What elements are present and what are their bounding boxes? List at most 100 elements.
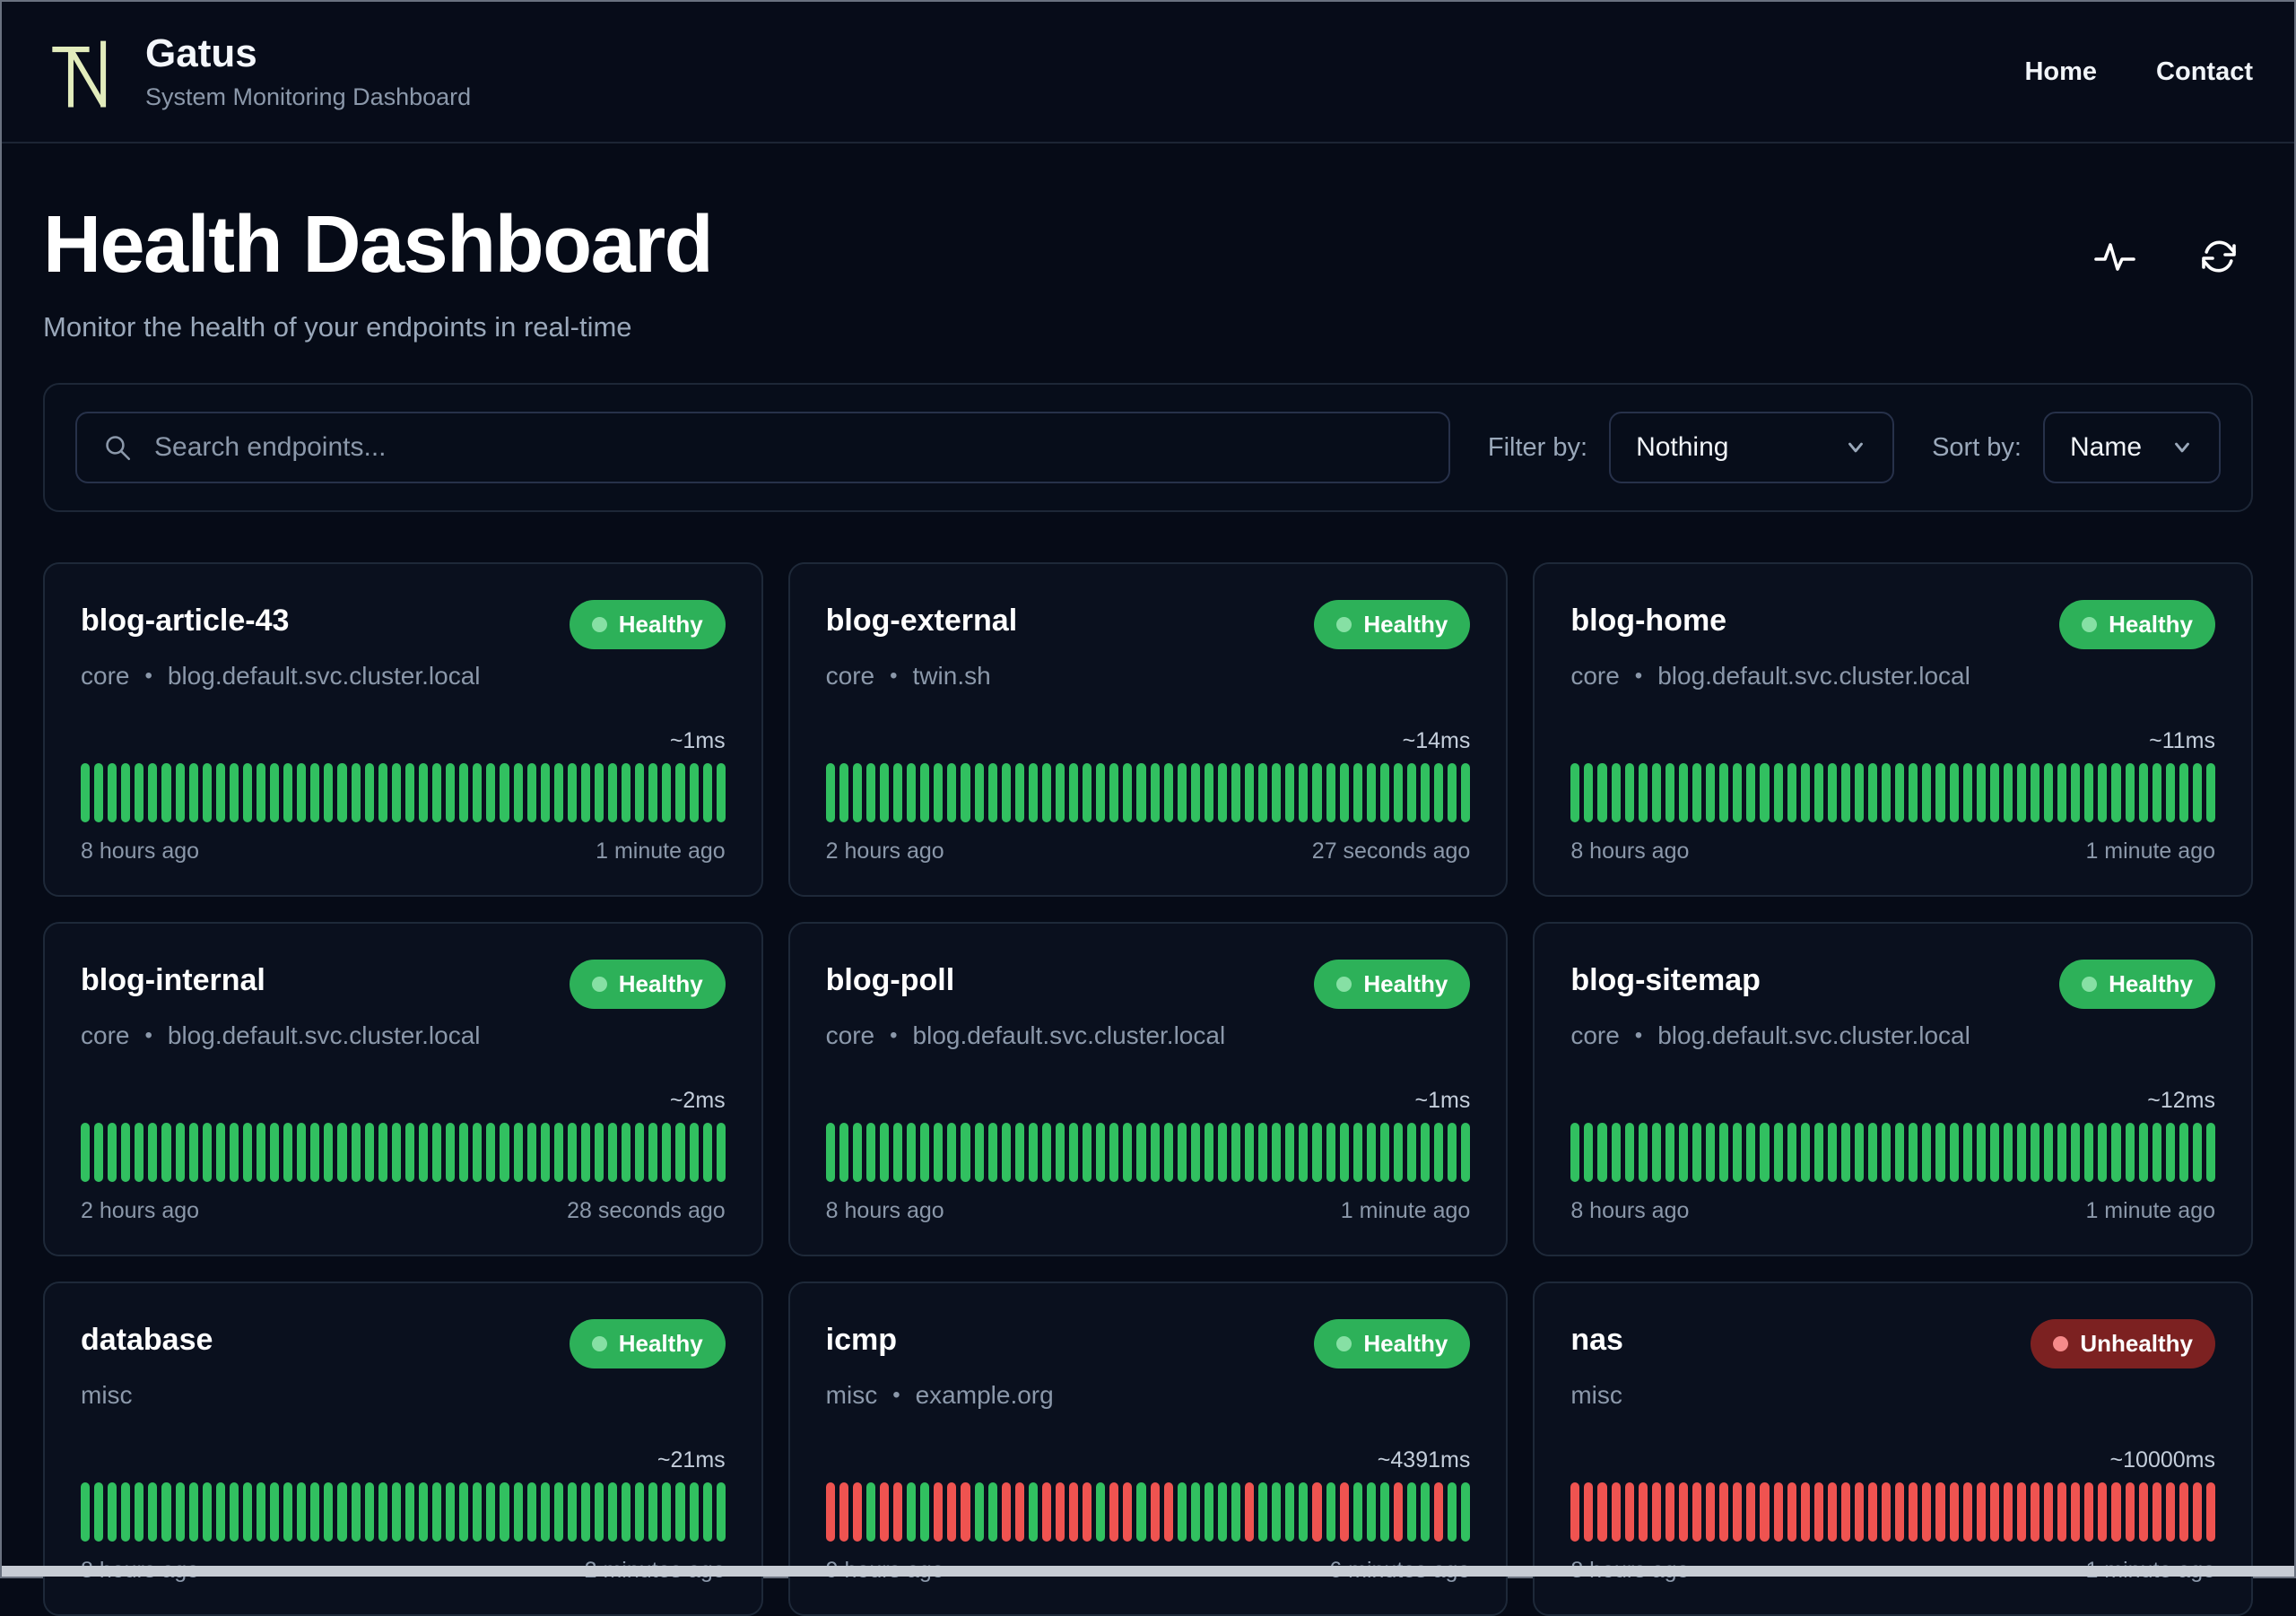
history-bar[interactable] — [1935, 1482, 1945, 1542]
history-bar[interactable] — [1407, 1482, 1417, 1542]
history-bar[interactable] — [1692, 1482, 1702, 1542]
history-bar[interactable] — [1854, 763, 1865, 822]
history-bar[interactable] — [1231, 1123, 1241, 1182]
history-bar[interactable] — [1069, 1482, 1079, 1542]
history-bar[interactable] — [2044, 1482, 2054, 1542]
history-bar[interactable] — [2192, 1123, 2202, 1182]
history-bar[interactable] — [1882, 1123, 1892, 1182]
history-bar[interactable] — [974, 1123, 984, 1182]
history-bar[interactable] — [987, 1482, 997, 1542]
history-bar[interactable] — [839, 1482, 848, 1542]
history-bar[interactable] — [1448, 1482, 1457, 1542]
history-bar[interactable] — [689, 1482, 699, 1542]
history-bar[interactable] — [257, 1482, 266, 1542]
history-bar[interactable] — [825, 1482, 835, 1542]
history-bar[interactable] — [1665, 1123, 1674, 1182]
history-bar[interactable] — [702, 1123, 712, 1182]
history-bar[interactable] — [1272, 763, 1282, 822]
history-bar[interactable] — [81, 763, 91, 822]
history-bar[interactable] — [1299, 1482, 1309, 1542]
history-bar[interactable] — [459, 763, 469, 822]
history-bar[interactable] — [1083, 763, 1092, 822]
endpoint-card[interactable]: blog-internal Healthy core • blog.defaul… — [43, 922, 763, 1256]
history-bar[interactable] — [161, 1123, 171, 1182]
history-bar[interactable] — [2003, 1123, 2013, 1182]
history-bar[interactable] — [270, 763, 280, 822]
history-bar[interactable] — [594, 763, 604, 822]
history-bar[interactable] — [1285, 1482, 1295, 1542]
history-bar[interactable] — [1813, 1482, 1823, 1542]
history-bar[interactable] — [1624, 763, 1634, 822]
history-bar[interactable] — [1922, 1482, 1932, 1542]
history-bar[interactable] — [94, 1123, 104, 1182]
history-bar[interactable] — [635, 763, 645, 822]
history-bar[interactable] — [1840, 1123, 1850, 1182]
history-bar[interactable] — [1746, 763, 1756, 822]
activity-pulse-icon[interactable] — [2093, 235, 2136, 278]
history-bar[interactable] — [1014, 763, 1024, 822]
history-bar[interactable] — [418, 1123, 429, 1182]
history-bar[interactable] — [1678, 763, 1689, 822]
history-bar[interactable] — [1190, 1123, 1200, 1182]
history-bar[interactable] — [1854, 1482, 1865, 1542]
history-bar[interactable] — [2138, 1123, 2148, 1182]
history-bar[interactable] — [1678, 1123, 1689, 1182]
history-bar[interactable] — [351, 1482, 361, 1542]
history-bar[interactable] — [1584, 1482, 1594, 1542]
history-bar[interactable] — [1163, 1123, 1173, 1182]
history-bar[interactable] — [2125, 763, 2135, 822]
history-bar[interactable] — [161, 763, 171, 822]
history-bar[interactable] — [1962, 1123, 1972, 1182]
history-bar[interactable] — [961, 1482, 970, 1542]
history-bar[interactable] — [2071, 1482, 2081, 1542]
history-bar[interactable] — [310, 1482, 320, 1542]
history-bar[interactable] — [553, 1123, 563, 1182]
history-bar[interactable] — [852, 1123, 862, 1182]
history-bar[interactable] — [283, 1482, 293, 1542]
history-bar[interactable] — [1136, 763, 1146, 822]
history-bar[interactable] — [1813, 1123, 1823, 1182]
history-bar[interactable] — [1651, 1123, 1661, 1182]
history-bar[interactable] — [974, 763, 984, 822]
history-bar[interactable] — [1123, 763, 1133, 822]
history-bar[interactable] — [567, 1123, 577, 1182]
history-bar[interactable] — [351, 763, 361, 822]
history-bar[interactable] — [1299, 1123, 1309, 1182]
history-bar[interactable] — [229, 763, 239, 822]
history-bar[interactable] — [1217, 763, 1227, 822]
history-bar[interactable] — [1285, 1123, 1295, 1182]
history-bar[interactable] — [1638, 763, 1648, 822]
history-bar[interactable] — [716, 763, 726, 822]
history-bar[interactable] — [1570, 1482, 1580, 1542]
history-bar[interactable] — [108, 1123, 117, 1182]
history-bar[interactable] — [648, 1482, 658, 1542]
history-bar[interactable] — [486, 763, 496, 822]
history-bar[interactable] — [1909, 1123, 1918, 1182]
history-bar[interactable] — [1109, 1123, 1119, 1182]
history-bar[interactable] — [1989, 1482, 1999, 1542]
history-bar[interactable] — [1299, 763, 1309, 822]
history-bar[interactable] — [1366, 1482, 1376, 1542]
history-bar[interactable] — [1136, 1123, 1146, 1182]
history-bar[interactable] — [1217, 1482, 1227, 1542]
history-bar[interactable] — [1028, 1123, 1038, 1182]
history-bar[interactable] — [1001, 1482, 1011, 1542]
history-bar[interactable] — [135, 1482, 144, 1542]
history-bar[interactable] — [513, 1482, 523, 1542]
history-bar[interactable] — [1935, 763, 1945, 822]
history-bar[interactable] — [242, 1123, 253, 1182]
history-bar[interactable] — [1787, 1123, 1796, 1182]
history-bar[interactable] — [215, 1482, 225, 1542]
history-bar[interactable] — [1231, 1482, 1241, 1542]
history-bar[interactable] — [188, 1123, 198, 1182]
history-bar[interactable] — [1055, 763, 1065, 822]
history-bar[interactable] — [553, 763, 563, 822]
history-bar[interactable] — [865, 1482, 875, 1542]
history-bar[interactable] — [1584, 1123, 1594, 1182]
history-bar[interactable] — [920, 763, 930, 822]
history-bar[interactable] — [662, 1482, 672, 1542]
history-bar[interactable] — [825, 1123, 835, 1182]
history-bar[interactable] — [1041, 763, 1051, 822]
history-bar[interactable] — [1854, 1123, 1865, 1182]
history-bar[interactable] — [961, 1123, 970, 1182]
